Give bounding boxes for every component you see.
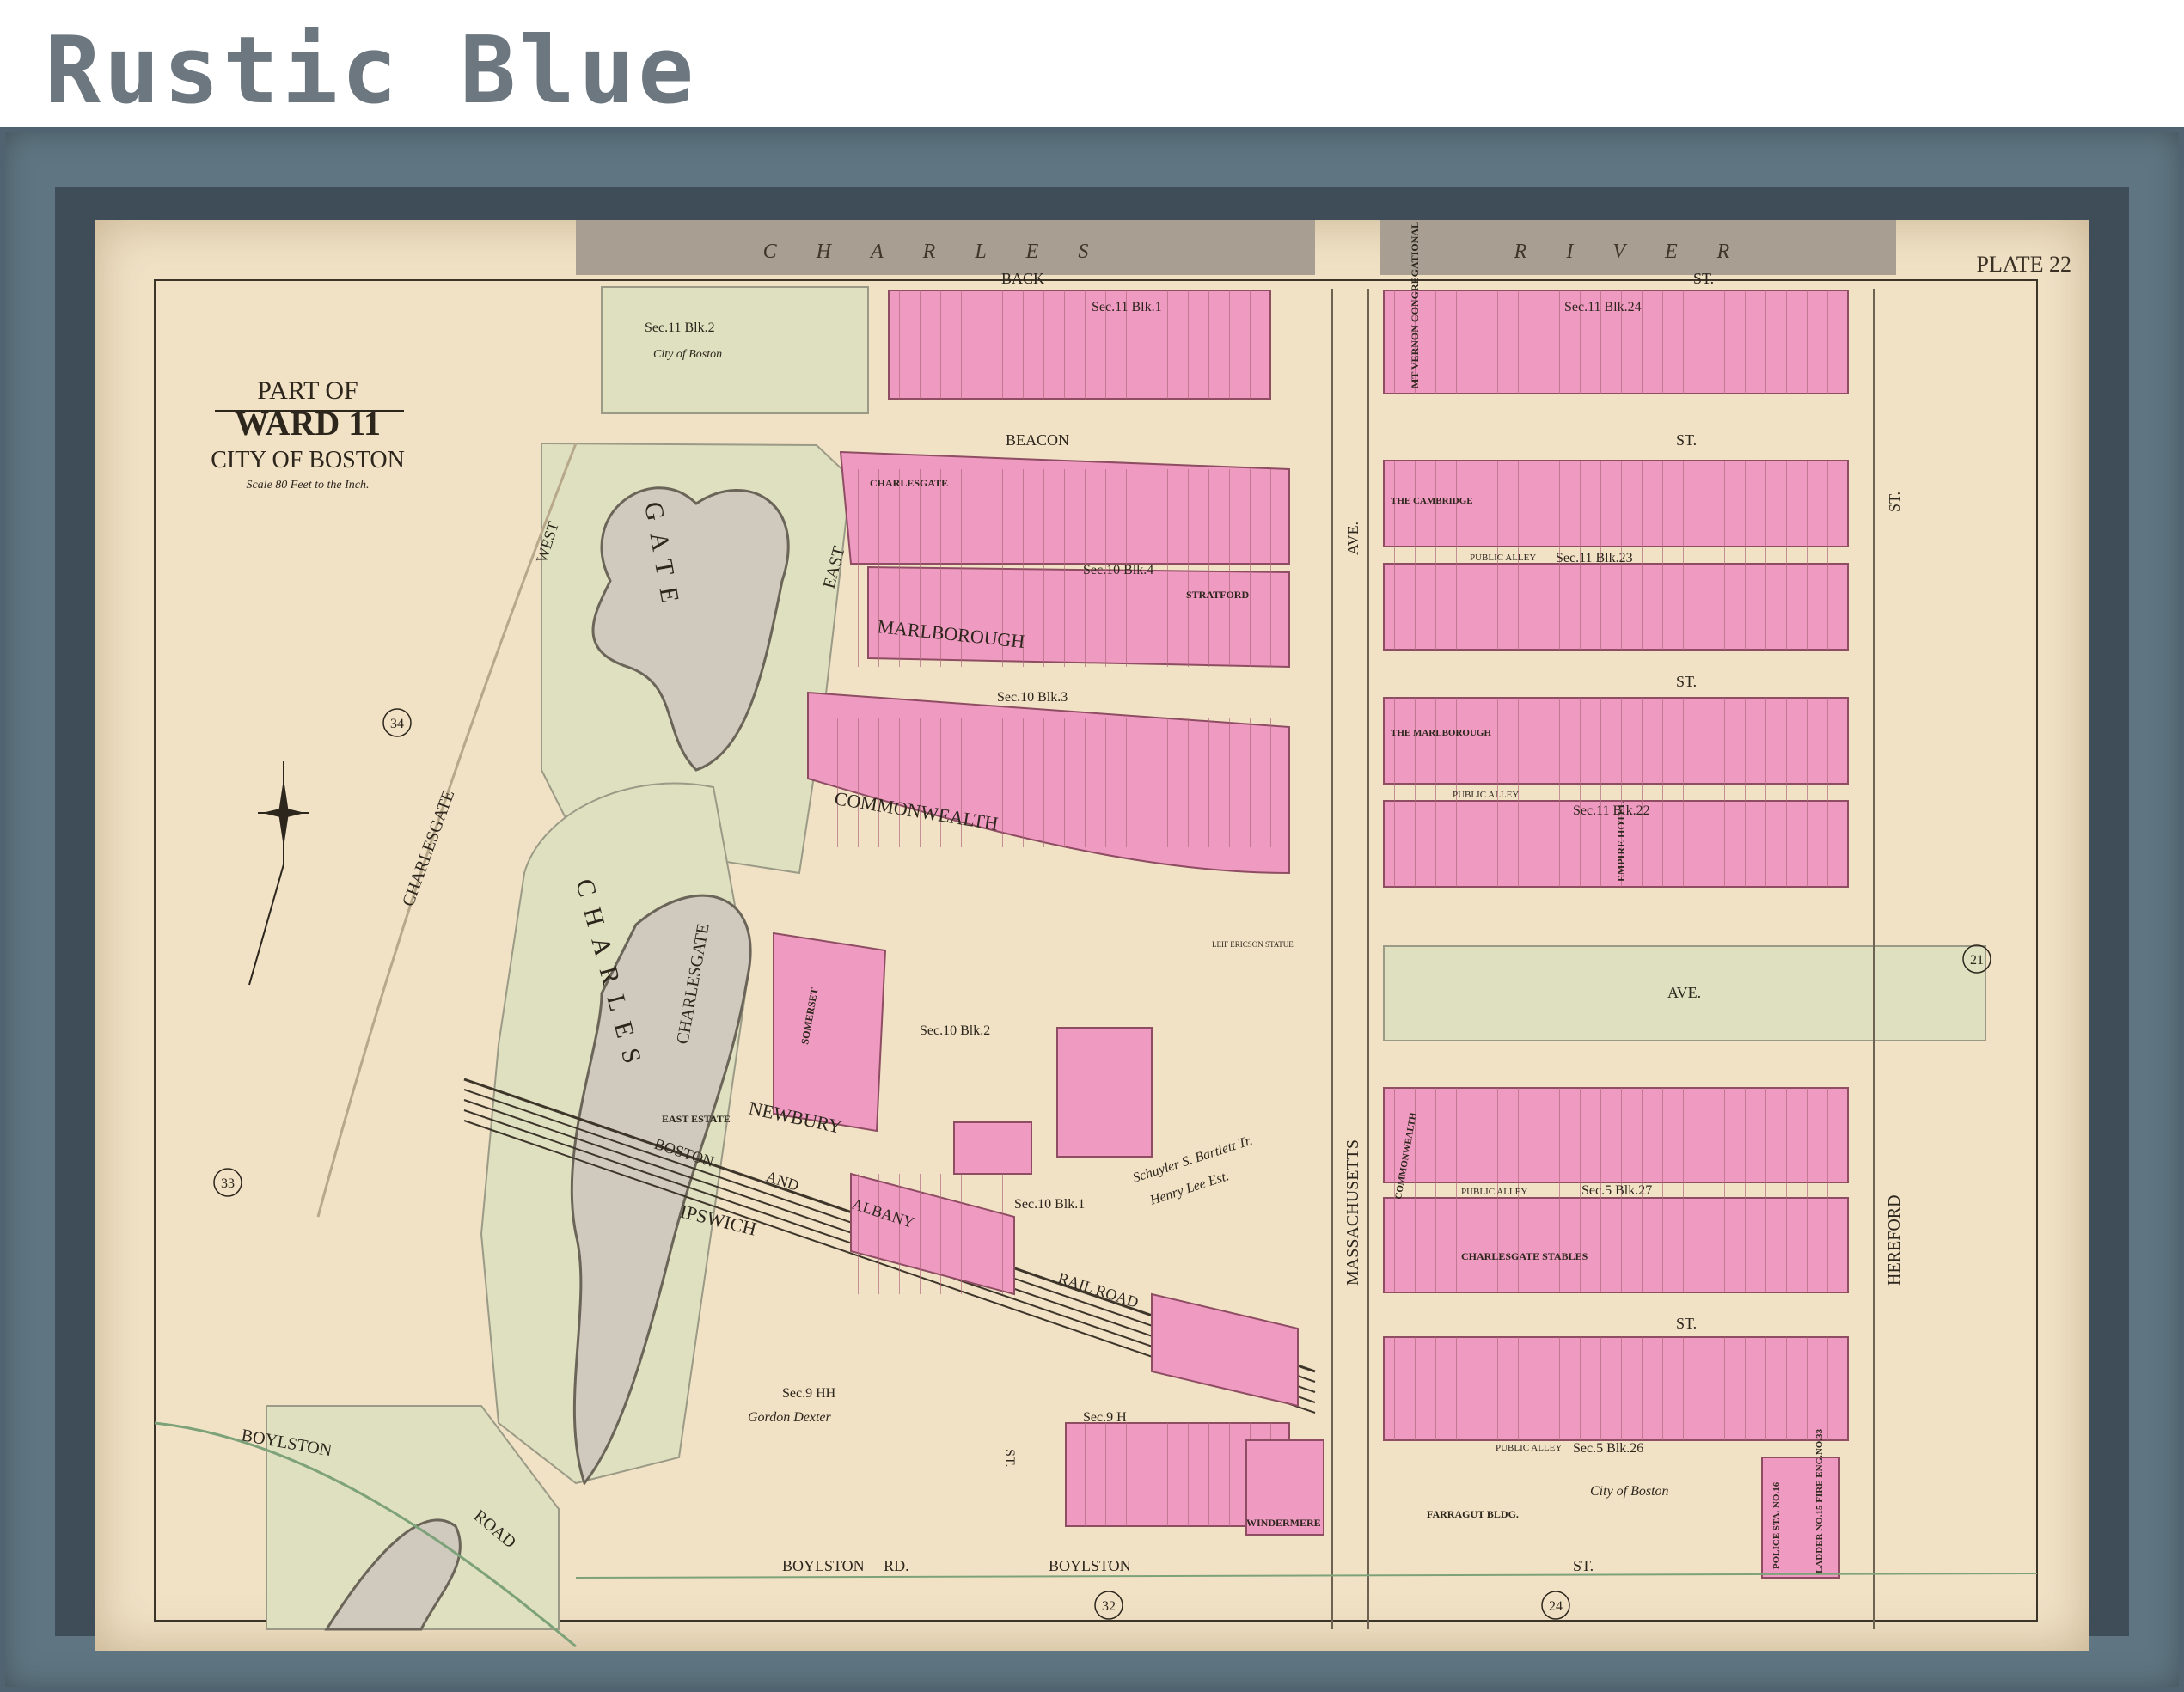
building-stratford: STRATFORD [1186,589,1249,601]
building-farragut: FARRAGUT BLDG. [1427,1508,1519,1520]
svg-text:21: 21 [1970,953,1984,968]
label-mass-ave: AVE. [1344,522,1361,555]
block-ipswich-a [1151,1292,1299,1408]
label-railroad-4: RAIL ROAD [1056,1269,1141,1311]
label-hereford: HEREFORD [1885,1194,1904,1286]
building-marlborough: THE MARLBOROUGH [1391,728,1491,738]
compass-rose-icon [248,761,309,986]
alley-label-3: PUBLIC ALLEY [1461,1187,1527,1197]
building-charlesgate: CHARLESGATE [870,477,948,489]
svg-text:32: 32 [1102,1599,1116,1614]
fens-park-top [601,286,869,414]
alley-label-2: PUBLIC ALLEY [1453,790,1519,800]
building-windermere: WINDERMERE [1246,1517,1321,1529]
title-city: CITY OF BOSTON [211,447,405,473]
river-label-left: CHARLES [763,241,1129,263]
label-boylston-st-2: ST. [1573,1557,1594,1574]
label-commonwealth-ave: AVE. [1667,984,1701,1001]
label-back-st: ST. [1693,270,1714,287]
title-ward: WARD 11 [235,404,381,443]
block-label-4: Sec.10 Blk.4 [1083,563,1153,577]
block-commonwealth-lots [825,718,1281,847]
plate-ref-34: 34 [382,708,412,737]
map-title-block: PART OF WARD 11 CITY OF BOSTON Scale 80 … [211,376,405,492]
alley-label-1: PUBLIC ALLEY [1470,553,1536,563]
block-label-5: Sec.11 Blk.23 [1556,551,1633,565]
plate-number: PLATE 22 [1977,252,2072,277]
block-label-10: Sec.10 Blk.1 [1014,1197,1085,1212]
label-beacon: BEACON [1006,431,1069,449]
label-boylston-st: BOYLSTON [1049,1557,1131,1574]
svg-text:33: 33 [221,1176,235,1191]
label-charlesgate-left: CHARLESGATE [399,788,458,909]
label-boylston-rd: BOYLSTON —RD. [782,1557,909,1574]
label-hereford-st: ST. [1886,492,1903,512]
block-label-7: Sec.11 Blk.22 [1573,803,1650,818]
building-east-estate: EAST ESTATE [662,1113,731,1125]
building-cambridge: THE CAMBRIDGE [1391,496,1473,506]
label-marlborough-st: ST. [1676,673,1697,690]
block-newbury-lots [851,1174,1014,1294]
block-label-11: Sec.9 HH [782,1386,836,1401]
block-label-1: Sec.11 Blk.2 [645,321,715,335]
building-mt-vernon: MT VERNON CONGREGATIONAL CHURCH [1409,220,1421,388]
title-part-of: PART OF [257,376,358,405]
building-ericsson: LEIF ERICSON STATUE [1212,940,1294,949]
owner-label-3: City of Boston [1590,1484,1669,1499]
framed-map: CHARLES RIVER PLATE 22 PART OF WARD 11 C… [95,220,2089,1651]
title-scale: Scale 80 Feet to the Inch. [246,479,369,492]
block-label-2: Sec.11 Blk.1 [1092,300,1162,315]
block-label-13: Sec.5 Blk.26 [1573,1441,1643,1456]
plate-ref-24: 24 [1541,1591,1570,1620]
label-back: BACK [1001,270,1044,287]
river-label-right: RIVER [1514,241,1770,263]
svg-text:34: 34 [390,717,404,731]
alley-label-4: PUBLIC ALLEY [1496,1443,1562,1453]
building-charlesgate-stables: CHARLESGATE STABLES [1461,1250,1588,1262]
label-newbury-st: ST. [1676,1315,1697,1332]
svg-text:24: 24 [1549,1599,1563,1614]
building-ladder: LADDER NO.15 FIRE ENG.NO.33 [1814,1428,1825,1573]
building-police: POLICE STA. NO.16 [1771,1481,1782,1569]
block-label-6: Sec.10 Blk.3 [997,690,1068,705]
label-st-small: ST. [1002,1449,1017,1467]
block-label-12: Sec.9 H [1083,1410,1127,1425]
owner-label-2: Gordon Dexter [748,1410,831,1425]
block-somerset [773,932,887,1133]
block-label-8: Sec.10 Blk.2 [920,1023,990,1038]
building-empire: EMPIRE HOTEL [1615,801,1627,882]
block-label-3: Sec.11 Blk.24 [1564,300,1642,315]
label-massachusetts: MASSACHUSETTS [1343,1139,1362,1286]
plate-ref-32: 32 [1094,1591,1123,1620]
block-newbury-b [953,1121,1032,1175]
label-railroad-2: AND [764,1168,801,1194]
map-drawing: CHARLES RIVER PLATE 22 PART OF WARD 11 C… [154,220,2072,1648]
block-back-bay-a-lots [889,290,1270,399]
owner-label-1: City of Boston [653,348,722,361]
block-label-9: Sec.5 Blk.27 [1581,1183,1652,1198]
plate-ref-33: 33 [213,1168,242,1197]
block-newbury-a [1056,1027,1153,1158]
label-beacon-st: ST. [1676,431,1697,449]
product-caption: Rustic Blue [45,17,698,125]
block-east-boylston-lots [1384,1337,1848,1440]
